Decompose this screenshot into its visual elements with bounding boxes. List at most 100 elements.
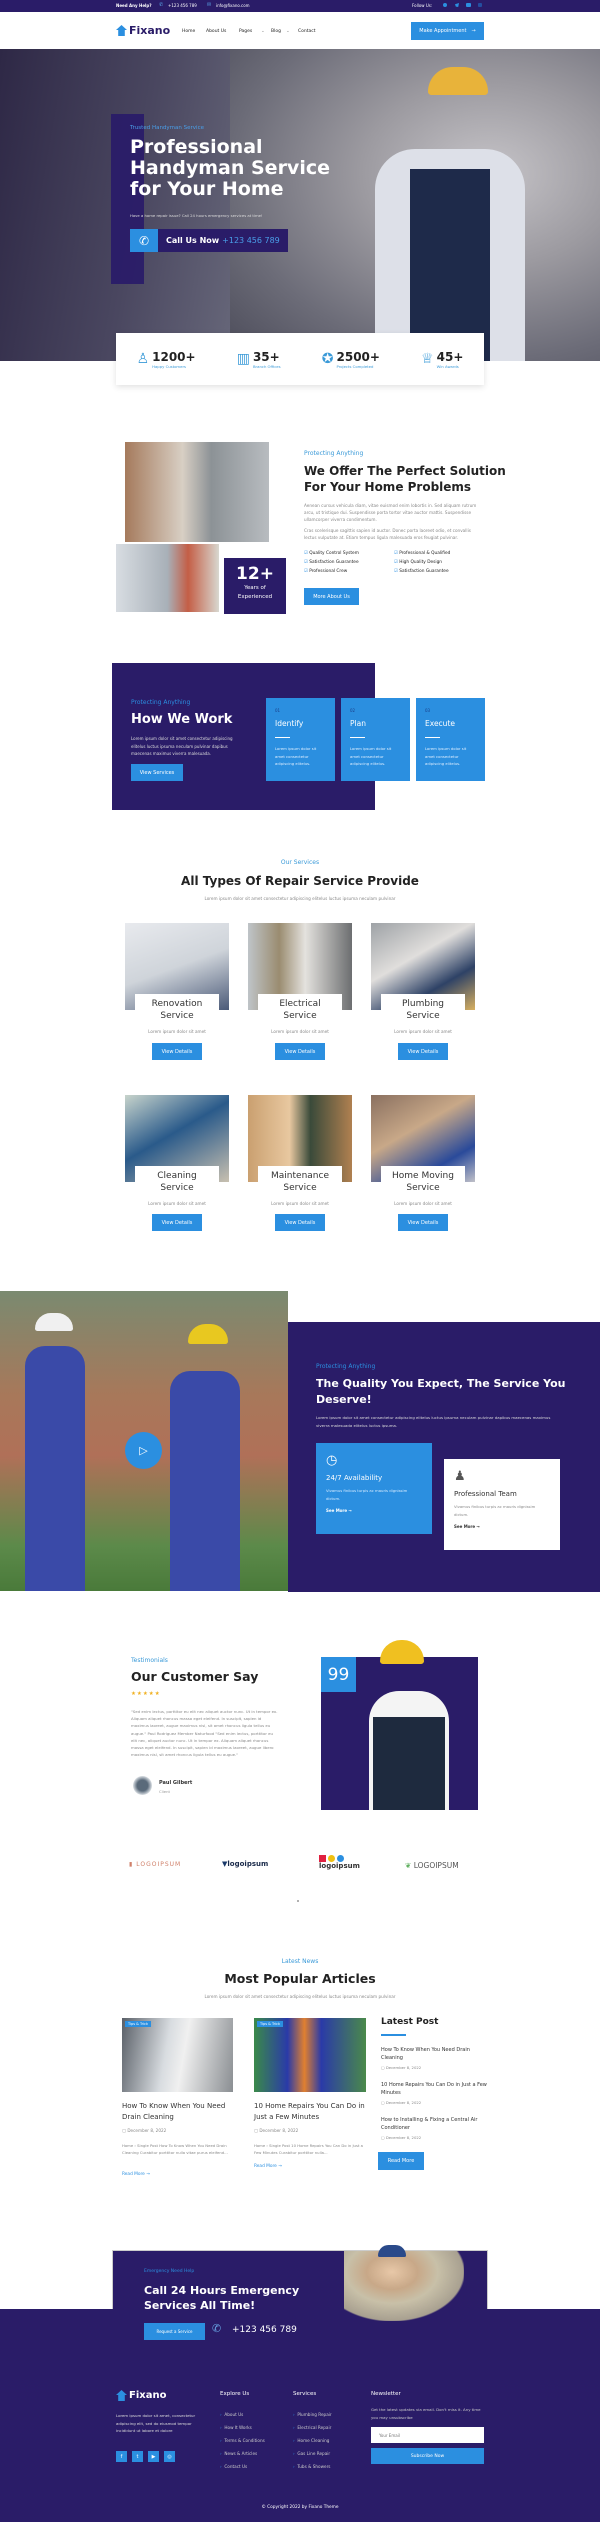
latest-post-link[interactable]: How To Know When You Need Drain Cleaning [381, 2047, 491, 2062]
article-excerpt: Home › Single Post 10 Home Repairs You C… [254, 2143, 363, 2155]
footer-link[interactable]: › Contact Us [220, 2460, 265, 2473]
latest-post-link[interactable]: How to Installing & Fixing a Central Air… [381, 2117, 495, 2132]
step-text: Lorem ipsum dolor sit amet consectetur a… [350, 746, 392, 766]
footer-link[interactable]: › Home Cleaning [293, 2434, 332, 2447]
call-label: Call Us Now [166, 236, 220, 245]
view-details-button[interactable]: View Details [398, 1043, 448, 1060]
article-photo[interactable] [254, 2018, 366, 2092]
footer-link[interactable]: › Plumbing Repair [293, 2408, 332, 2421]
footer-link[interactable]: › Electrical Repair [293, 2421, 332, 2434]
view-details-button[interactable]: View Details [398, 1214, 448, 1231]
view-details-button[interactable]: View Details [275, 1043, 325, 1060]
read-more-link[interactable]: Read More → [122, 2172, 150, 2177]
latest-post-date-text: December 8, 2022 [385, 2100, 422, 2105]
check-item: ☑ Quality Control System [304, 551, 394, 556]
chevron-right-icon: › [293, 2451, 295, 2456]
partner-logo: logoipsum [319, 1855, 360, 1870]
facebook-icon[interactable] [443, 3, 447, 7]
footer-link[interactable]: › Tubs & Showers [293, 2460, 332, 2473]
footer-link[interactable]: › Terms & Conditions [220, 2434, 265, 2447]
footer-link[interactable]: › News & Articles [220, 2447, 265, 2460]
more-about-us-button[interactable]: More About Us [304, 588, 359, 605]
badge-icon: ✪ [321, 351, 334, 367]
play-video-button[interactable]: ▷ [125, 1432, 162, 1469]
checkbox-icon: ☑ [304, 569, 308, 574]
about-title: We Offer The Perfect Solution For Your H… [304, 463, 506, 495]
check-label: Satisfaction Guarantee [309, 560, 359, 565]
stat-value: 1200+ [152, 349, 196, 364]
footer-link[interactable]: › About Us [220, 2408, 265, 2421]
quote-icon: 99 [321, 1657, 356, 1692]
instagram-icon[interactable]: ◎ [164, 2451, 175, 2462]
check-label: High Quality Design [399, 560, 443, 565]
calendar-icon: ▢ [381, 2135, 385, 2140]
make-appointment-button[interactable]: Make Appointment → [411, 22, 484, 40]
instagram-icon[interactable] [478, 3, 482, 7]
service-desc: Lorem ipsum dolor sit amet [394, 1029, 452, 1034]
latest-post-link[interactable]: 10 Home Repairs You Can Do in Just a Few… [381, 2082, 491, 2097]
hero-subtitle: Have a home repair issue? Call 24 hours … [130, 213, 263, 218]
twitter-icon[interactable]: t [132, 2451, 143, 2462]
emergency-kicker: Emergency Need Help [144, 2269, 195, 2274]
twitter-icon[interactable] [455, 3, 459, 7]
topbar-phone[interactable]: +123 456 789 [168, 3, 197, 8]
see-more-link[interactable]: See More → [326, 1508, 422, 1513]
view-details-button[interactable]: View Details [275, 1214, 325, 1231]
article-tag[interactable]: Tips & Trick [125, 2021, 151, 2027]
topbar-email[interactable]: info@fixano.com [216, 3, 250, 8]
footer-link-label: Terms & Conditions [224, 2438, 265, 2443]
view-details-button[interactable]: View Details [152, 1214, 202, 1231]
request-service-button[interactable]: Request a Service [144, 2323, 205, 2340]
emergency-worker-photo [344, 2251, 464, 2321]
newsletter-email-input[interactable] [371, 2427, 484, 2443]
read-more-link[interactable]: Read More → [254, 2164, 282, 2169]
chevron-right-icon: › [220, 2451, 222, 2456]
nav-contact[interactable]: Contact [298, 29, 316, 34]
step-title: Plan [350, 719, 366, 728]
services-kicker: Our Services [280, 859, 320, 866]
article-title[interactable]: How To Know When You Need Drain Cleaning [122, 2101, 234, 2123]
years-badge: 12+ Years of Experienced [224, 558, 286, 614]
partner-logo: ▮ LOGOIPSUM [129, 1861, 181, 1868]
stat-value: 2500+ [336, 349, 380, 364]
article-tag[interactable]: Tips & Trick [257, 2021, 283, 2027]
article-photo[interactable] [122, 2018, 233, 2092]
article-title[interactable]: 10 Home Repairs You Can Do in Just a Few… [254, 2101, 366, 2123]
articles-title: Most Popular Articles [224, 1971, 376, 1986]
service-desc: Lorem ipsum dolor sit amet [271, 1201, 329, 1206]
nav-blog[interactable]: Blog [271, 29, 286, 34]
youtube-icon[interactable] [466, 3, 471, 7]
footer-logo[interactable]: Fixano [116, 2390, 166, 2401]
carousel-dot[interactable] [297, 1900, 299, 1902]
nav-home[interactable]: Home [182, 29, 206, 34]
service-desc: Lorem ipsum dolor sit amet [148, 1029, 206, 1034]
view-details-button[interactable]: View Details [152, 1043, 202, 1060]
nav-pages[interactable]: Pages [239, 29, 261, 34]
call-number[interactable]: +123 456 789 [222, 236, 280, 245]
check-item: ☑ High Quality Design [394, 560, 480, 565]
hero-section: Trusted Handyman Service Professional Ha… [0, 49, 600, 361]
footer-social: f t ▶ ◎ [116, 2451, 175, 2462]
see-more-link[interactable]: See More → [454, 1524, 550, 1529]
check-item: ☑ Satisfaction Guarantee [304, 560, 394, 565]
read-more-label: Read More [122, 2172, 145, 2177]
subscribe-button[interactable]: Subscribe Now [371, 2448, 484, 2464]
phone-ring-icon: ✆ [130, 229, 158, 252]
footer-link[interactable]: › How It Works [220, 2421, 265, 2434]
youtube-icon[interactable]: ▶ [148, 2451, 159, 2462]
worker-overall [25, 1346, 85, 1591]
feature-text: Vivamus finibus turpis ac mauris digniss… [454, 1504, 536, 1517]
nav-about[interactable]: About Us [206, 29, 239, 34]
footer-link-label: Contact Us [224, 2464, 248, 2469]
trophy-icon: ♕ [421, 351, 434, 367]
logo[interactable]: Fixano [116, 24, 170, 37]
emergency-phone[interactable]: +123 456 789 [232, 2325, 297, 2335]
view-services-button[interactable]: View Services [131, 764, 183, 781]
footer-link[interactable]: › Gas Line Repair [293, 2447, 332, 2460]
facebook-icon[interactable]: f [116, 2451, 127, 2462]
emergency-title-line: Services All Time! [144, 2299, 256, 2312]
call-us-banner[interactable]: ✆ Call Us Now +123 456 789 [130, 229, 288, 252]
quality-title: The Quality You Expect, The Service You … [316, 1376, 586, 1408]
read-more-button[interactable]: Read More [378, 2152, 424, 2170]
service-title-line: Service [283, 1011, 317, 1021]
